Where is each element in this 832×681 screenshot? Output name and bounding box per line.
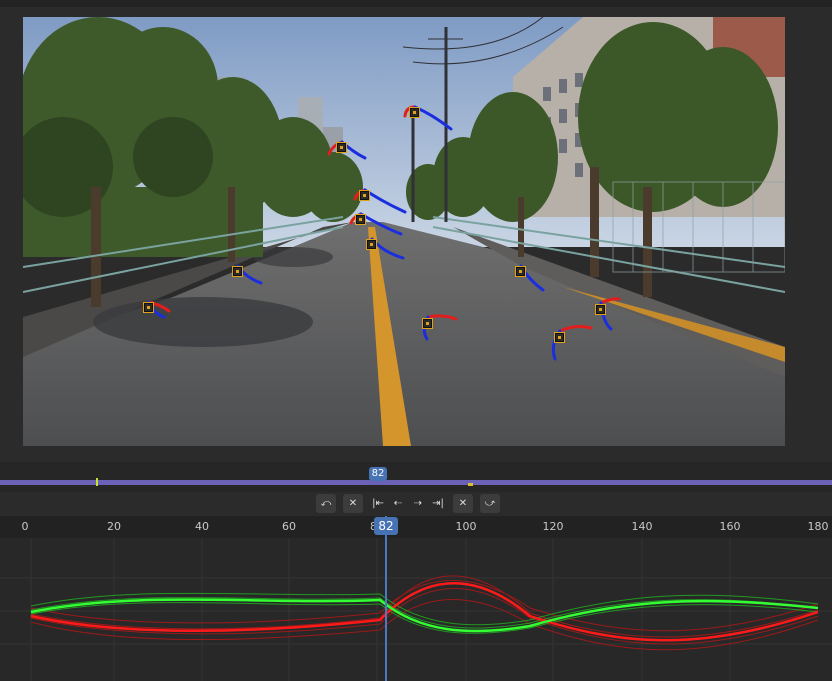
track-prev-frame-icon[interactable]: ⇠ [388,494,408,513]
track-marker[interactable] [356,215,365,224]
ruler-tick: 40 [195,520,209,533]
clear-track-icon[interactable]: ✕ [343,494,363,513]
track-marker[interactable] [423,319,432,328]
motion-curve-graph[interactable] [0,538,832,681]
keyframe-marker [468,483,473,486]
track-marker[interactable] [596,305,605,314]
timeline-track[interactable] [0,480,832,485]
ruler-tick: 100 [455,520,477,533]
track-forward-icon[interactable]: ⤻ [480,494,500,513]
playhead[interactable] [385,516,387,681]
ruler-tick: 60 [282,520,296,533]
track-marker[interactable] [367,240,376,249]
keyframe-marker [96,478,98,486]
ruler-tick: 0 [21,520,29,533]
ruler-tick: 160 [719,520,741,533]
track-marker[interactable] [555,333,564,342]
timeline-scrubber[interactable] [0,462,832,492]
track-marker[interactable] [410,108,419,117]
jump-end-icon[interactable]: ⇥| [428,494,448,513]
track-marker[interactable] [233,267,242,276]
ruler-tick: 20 [107,520,121,533]
frame-ruler[interactable] [0,516,832,538]
track-marker[interactable] [360,191,369,200]
ruler-tick: 140 [631,520,653,533]
track-marker[interactable] [337,143,346,152]
track-backward-icon[interactable]: ⤺ [316,494,336,513]
jump-start-icon[interactable]: |⇤ [368,494,388,513]
clip-viewer[interactable] [0,7,832,462]
ruler-tick: 180 [807,520,829,533]
ruler-tick: 120 [542,520,564,533]
top-bar [0,0,832,7]
track-next-frame-icon[interactable]: ⇢ [408,494,428,513]
current-frame-indicator[interactable]: 82 [374,517,398,535]
track-marker[interactable] [516,267,525,276]
track-marker[interactable] [144,303,153,312]
scrubber-frame-indicator[interactable]: 82 [369,467,387,481]
footage-frame[interactable] [23,17,785,446]
clear-forward-icon[interactable]: ✕ [453,494,473,513]
